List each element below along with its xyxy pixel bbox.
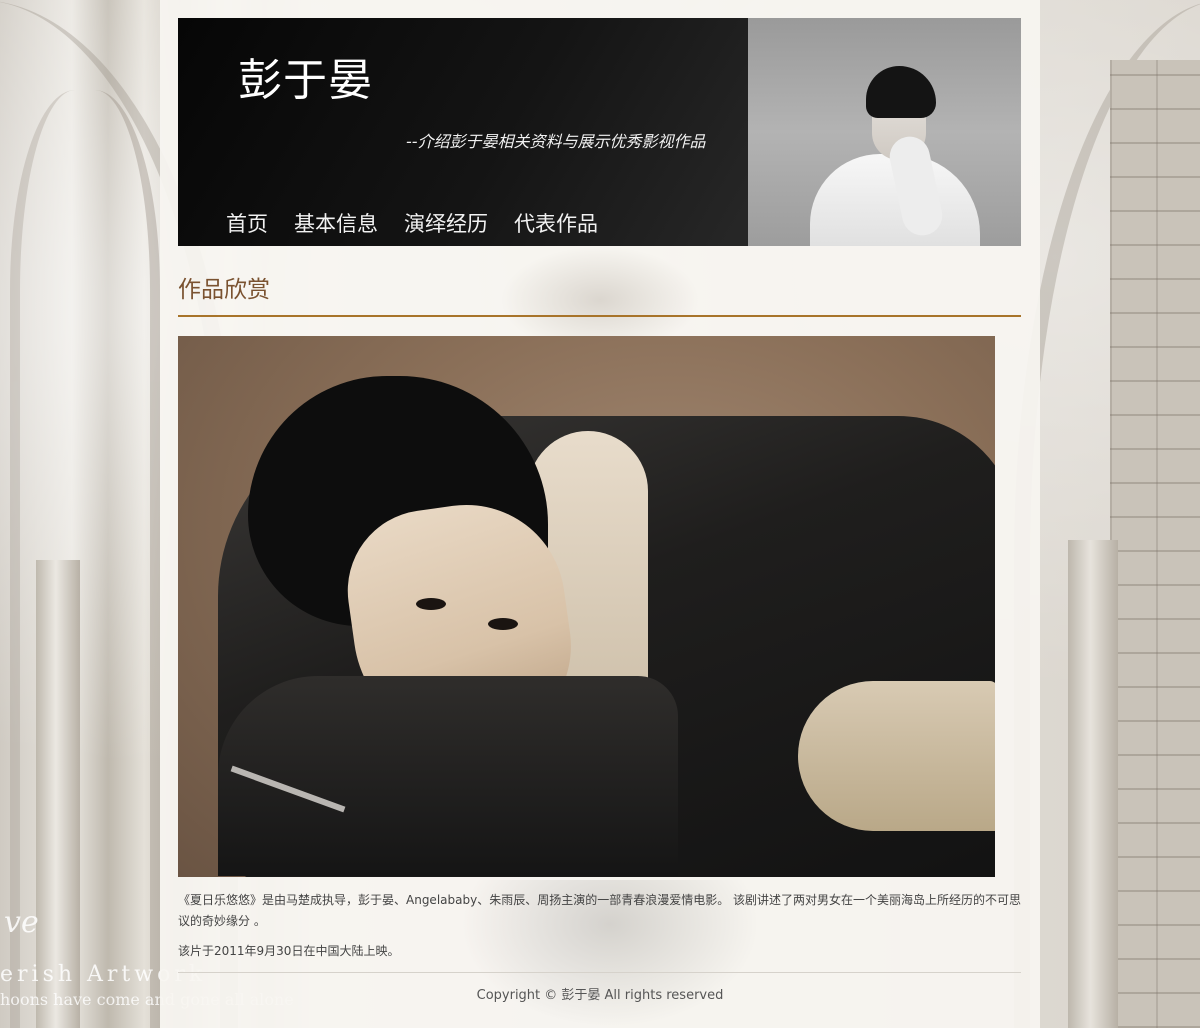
nav-works[interactable]: 代表作品 [514,208,598,238]
header-portrait-photo [748,18,1021,246]
nav-basic-info[interactable]: 基本信息 [294,208,378,238]
site-title: 彭于晏 [238,55,373,106]
description-paragraph: 《夏日乐悠悠》是由马楚成执导，彭于晏、Angelababy、朱雨辰、周扬主演的一… [178,893,1022,928]
nav-career[interactable]: 演绎经历 [404,208,488,238]
background-pillar-left [36,560,80,1028]
background-script-text: ve [4,905,39,940]
section-divider [178,315,1021,317]
main-nav: 首页 基本信息 演绎经历 代表作品 [226,208,624,238]
site-subtitle: --介绍彭于晏相关资料与展示优秀影视作品 [406,132,706,151]
page-container: 彭于晏 --介绍彭于晏相关资料与展示优秀影视作品 首页 基本信息 演绎经历 代表… [160,0,1040,1028]
site-header: 彭于晏 --介绍彭于晏相关资料与展示优秀影视作品 首页 基本信息 演绎经历 代表… [178,18,1021,246]
background-pillar-right [1068,540,1118,1028]
background-wall-right [1110,60,1200,1028]
footer-copyright: Copyright © 彭于晏 All rights reserved [476,988,724,1003]
release-date-paragraph: 该片于2011年9月30日在中国大陆上映。 [178,944,400,958]
nav-home[interactable]: 首页 [226,208,268,238]
background-ghost-face [500,246,700,336]
section-title: 作品欣赏 [178,277,270,303]
feature-photo [178,336,995,877]
background-window-left [10,90,160,1028]
footer-divider [178,972,1021,973]
